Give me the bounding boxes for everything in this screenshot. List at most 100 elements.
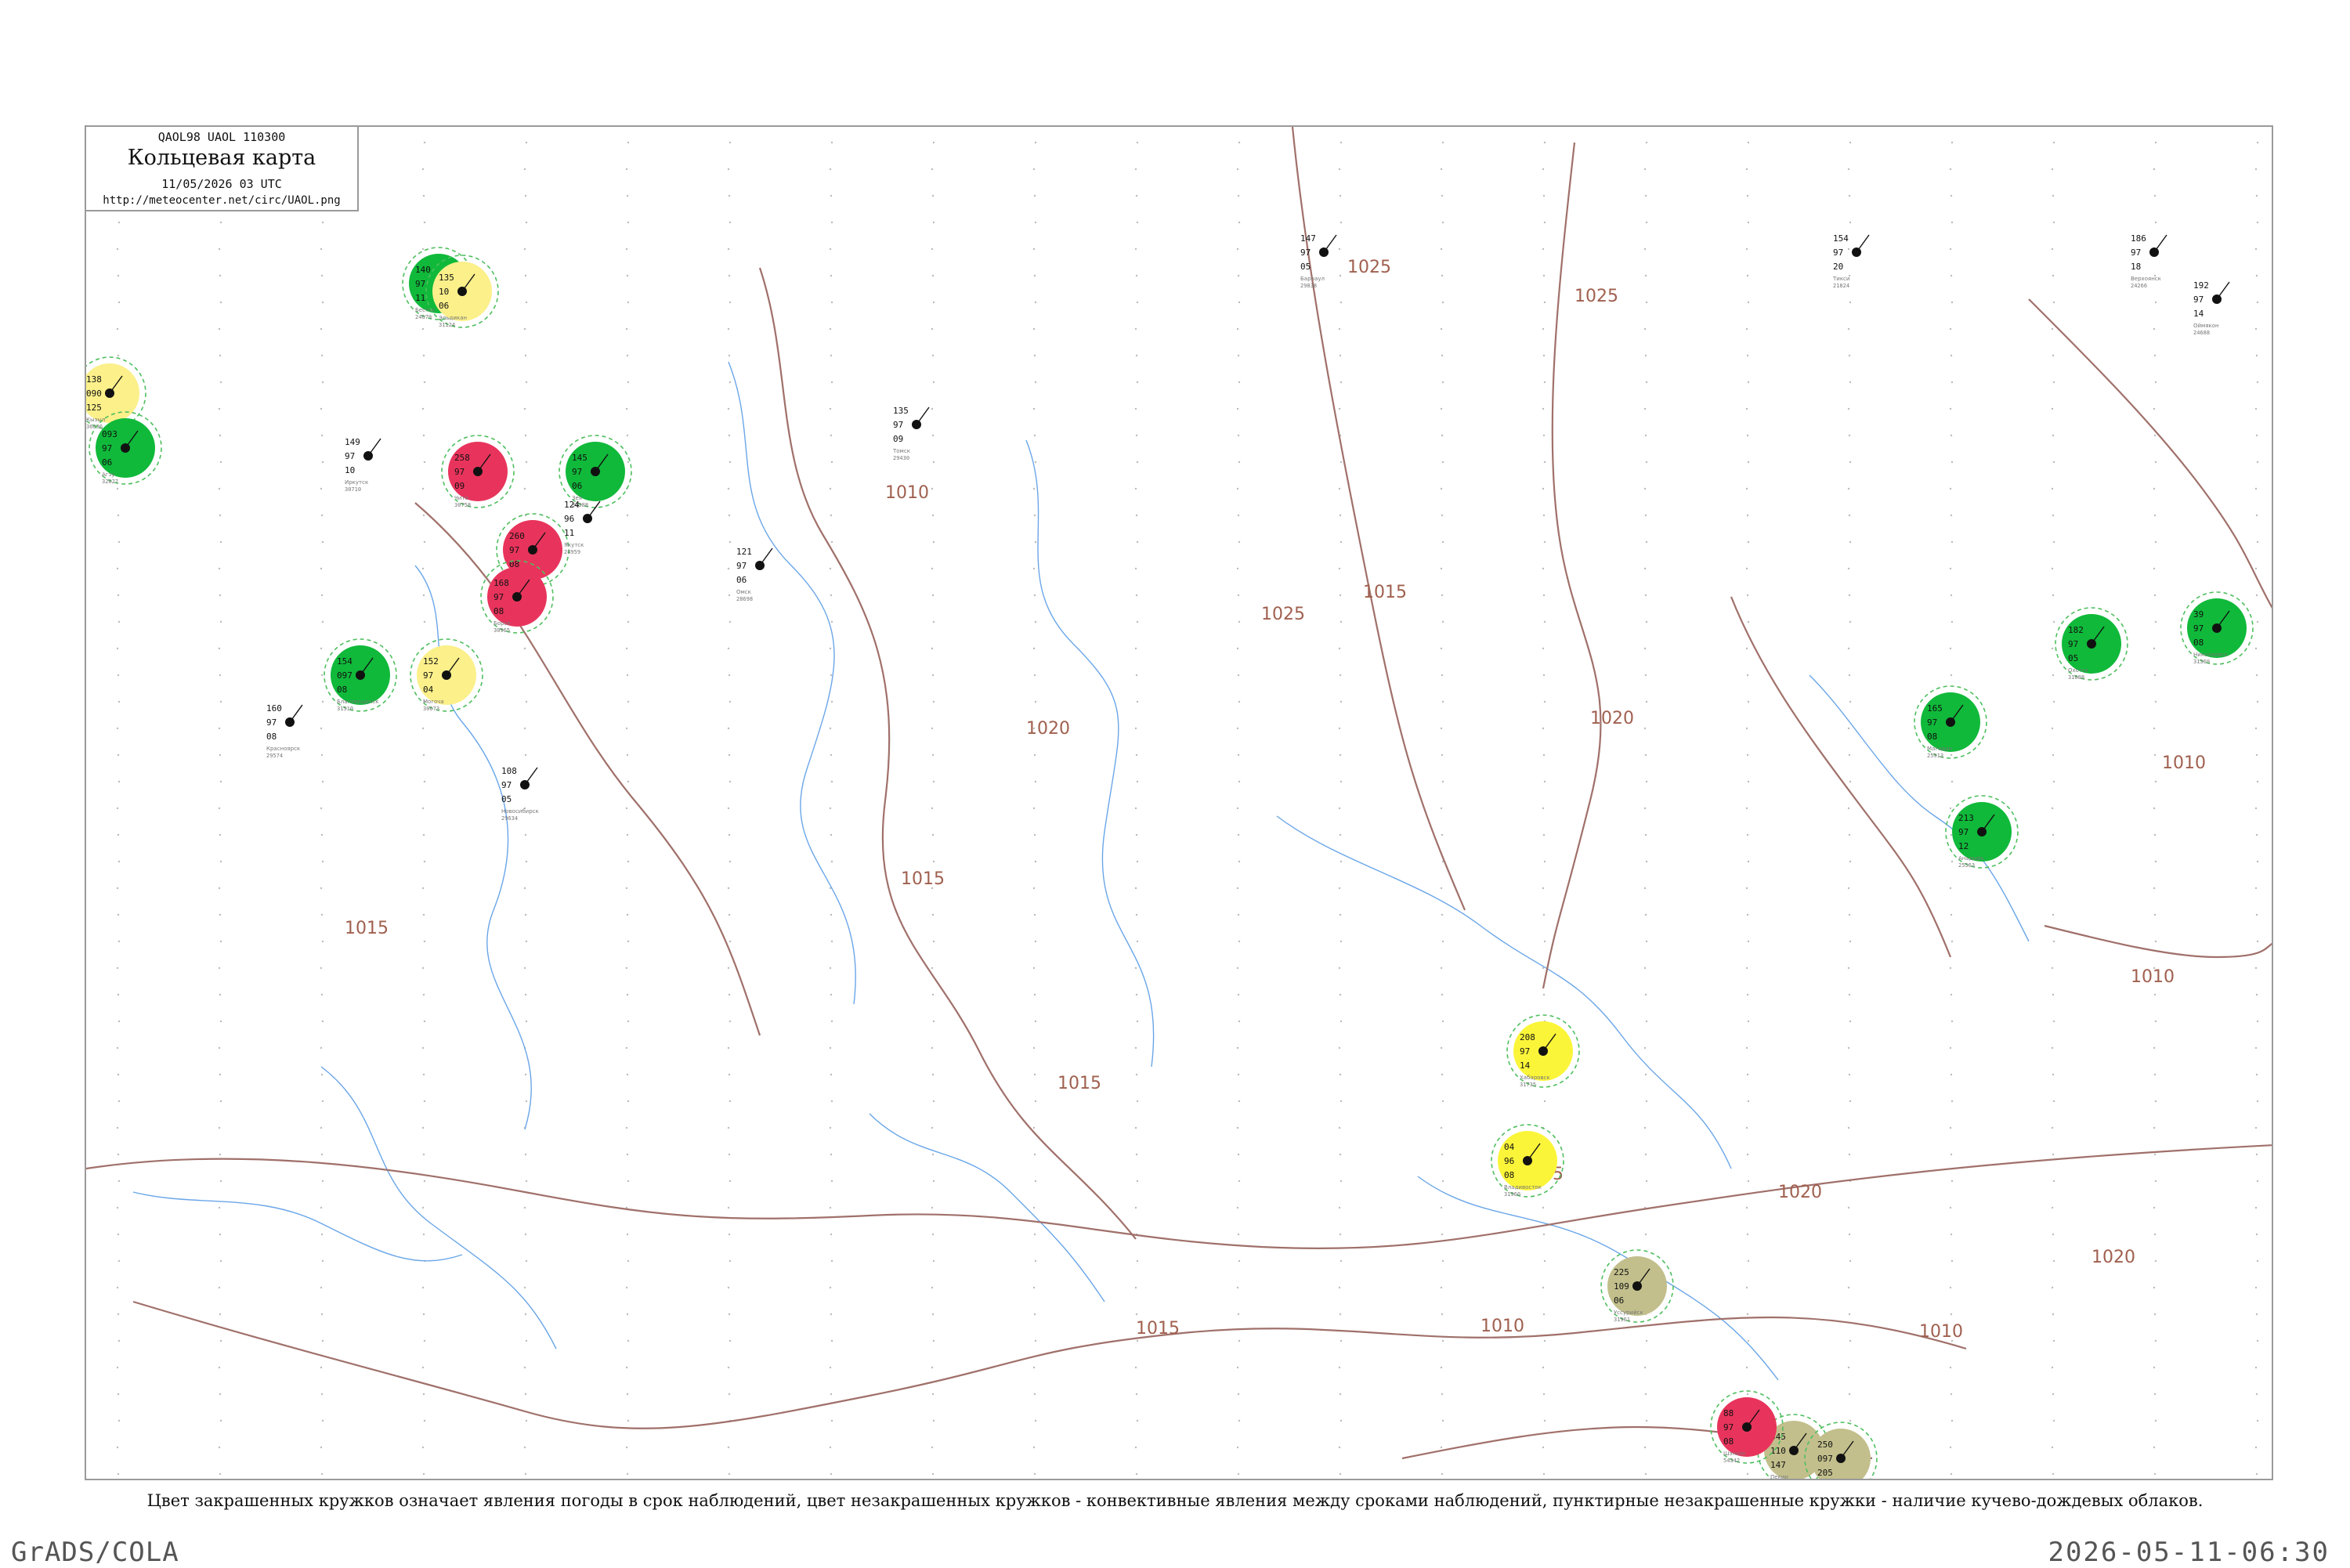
station-plot[interactable]: 182 97 05 Охотск31088 — [2055, 607, 2128, 681]
grid-dot — [1847, 407, 1850, 410]
wind-barb — [289, 704, 303, 723]
grid-dot — [1542, 354, 1546, 357]
grid-dot — [627, 620, 630, 623]
grid-dot — [727, 487, 730, 490]
grid-dot — [1034, 1259, 1037, 1263]
grid-dot — [728, 1339, 732, 1342]
grid-dot — [1440, 647, 1443, 650]
grid-dot — [2154, 301, 2157, 304]
station-plot[interactable]: 154 97 20 Тикси21824 — [1832, 233, 1870, 289]
station-value: 97 — [2193, 623, 2204, 634]
station-plot[interactable]: 154 097 08 Благовещенск31510 — [324, 638, 397, 712]
station-name: Владивосток — [1504, 1184, 1542, 1190]
station-plot[interactable]: 135 97 09 Томск29430 — [892, 406, 930, 461]
grid-dot — [1135, 833, 1138, 836]
grid-dot — [728, 1393, 731, 1396]
station-plot[interactable]: 160 97 08 Красноярск29574 — [266, 703, 303, 759]
station-plot[interactable]: 258 97 09 Чита30758 — [441, 435, 515, 508]
grid-dot — [2256, 860, 2259, 863]
grid-dot — [2255, 674, 2258, 677]
station-plot[interactable]: 39 97 08 Николаевск31369 — [2180, 591, 2254, 665]
grid-dot — [320, 1206, 323, 1209]
station-name: Омск — [736, 589, 751, 595]
grid-dot — [1849, 1419, 1852, 1422]
grid-dot — [1134, 1126, 1137, 1129]
grid-dot — [1237, 594, 1240, 597]
station-plot[interactable]: 1459706Зея31388 — [559, 435, 632, 508]
grid-dot — [727, 1206, 730, 1209]
station-plot[interactable]: 165 97 08 Магадан25913 — [1914, 685, 1987, 759]
grid-dot — [1032, 168, 1036, 171]
grid-dot — [1542, 434, 1546, 437]
station-plot[interactable]: 152 97 04 Могоча30673 — [410, 638, 483, 712]
station-plot[interactable]: 147 97 05 Барнаул29838 — [1300, 233, 1337, 289]
station-name: Борзя — [494, 620, 510, 627]
station-plot[interactable]: 186 97 18 Верхоянск24266 — [2131, 233, 2167, 289]
station-plot[interactable]: 208 97 14 Хабаровск31735 — [1506, 1014, 1580, 1088]
grid-dot — [1746, 1153, 1749, 1156]
station-index: 36096 — [86, 424, 103, 430]
grid-dot — [2256, 1259, 2259, 1263]
grid-dot — [421, 887, 425, 890]
grid-dot — [830, 540, 833, 544]
grid-dot — [321, 940, 324, 943]
grid-dot — [1848, 434, 1851, 437]
source-url[interactable]: http://meteocenter.net/circ/UAOL.png — [86, 194, 357, 207]
grid-dot — [2051, 966, 2054, 970]
grid-dot — [1340, 620, 1343, 623]
grid-dot — [2256, 940, 2259, 943]
station-plot[interactable]: 093 97 06 Агзу32027 — [89, 411, 162, 485]
grid-dot — [219, 860, 222, 863]
grid-dot — [2051, 727, 2054, 730]
station-name: Тикси — [1832, 276, 1849, 282]
grid-dot — [2154, 700, 2157, 703]
grid-dot — [218, 247, 221, 251]
grid-dot — [625, 1446, 628, 1449]
grid-dot — [1237, 913, 1240, 916]
grid-dot — [1645, 1419, 1648, 1422]
grid-dot — [1645, 540, 1648, 544]
grid-dot — [524, 274, 527, 277]
station-plot[interactable]: 149 97 10 Иркутск30710 — [345, 437, 381, 493]
station-plot[interactable]: 135 10 06 Эльдикан31124 — [425, 255, 499, 328]
station-plot[interactable]: 213 97 12 Анадырь25563 — [1945, 795, 2019, 869]
grid-dot — [1135, 1153, 1138, 1156]
station-name: Могоча — [423, 699, 444, 705]
grid-dot — [625, 1366, 628, 1369]
station-value: 06 — [1614, 1295, 1624, 1306]
grid-dot — [421, 1286, 425, 1289]
grid-dot — [1238, 221, 1241, 224]
station-value: 10 — [439, 287, 449, 297]
station-plot[interactable]: 225 109 06 Уссурийск31961 — [1600, 1249, 1674, 1323]
grid-dot — [1542, 247, 1545, 251]
grid-dot — [219, 1339, 222, 1342]
grid-dot — [219, 674, 222, 677]
grid-dot — [1542, 1472, 1546, 1476]
grid-dot — [1745, 1206, 1748, 1209]
station-plot[interactable]: 88 97 08 Шэньян54342 — [1710, 1390, 1784, 1464]
station-plot[interactable]: 108 97 05 Новосибирск29634 — [501, 766, 539, 822]
grid-dot — [1542, 1313, 1546, 1316]
grid-dot — [1136, 301, 1139, 304]
grid-dot — [116, 567, 119, 570]
grid-dot — [1034, 1419, 1037, 1422]
grid-dot — [1236, 327, 1239, 331]
grid-dot — [421, 1366, 425, 1369]
grid-dot — [2051, 887, 2054, 890]
grid-dot — [2153, 434, 2157, 437]
grid-dot — [321, 1339, 324, 1342]
grid-dot — [830, 753, 833, 757]
grid-dot — [116, 1126, 119, 1129]
station-plot[interactable]: 168 97 08 Борзя30965 — [480, 560, 554, 634]
station-plot[interactable]: 138090125Кызыл36096 — [86, 356, 146, 430]
station-plot[interactable]: 121 97 06 Омск28698 — [736, 547, 773, 602]
grid-dot — [2255, 753, 2258, 757]
grid-dot — [931, 1206, 934, 1209]
grid-dot — [116, 487, 119, 490]
grid-dot — [931, 594, 935, 597]
grid-dot — [421, 567, 425, 570]
station-plot[interactable]: 04 96 08 Владивосток31960 — [1491, 1124, 1564, 1198]
station-plot[interactable]: 192 97 14 Оймякон24688 — [2193, 280, 2230, 336]
station-name: Хабаровск — [1520, 1075, 1550, 1081]
grid-dot — [931, 274, 935, 277]
